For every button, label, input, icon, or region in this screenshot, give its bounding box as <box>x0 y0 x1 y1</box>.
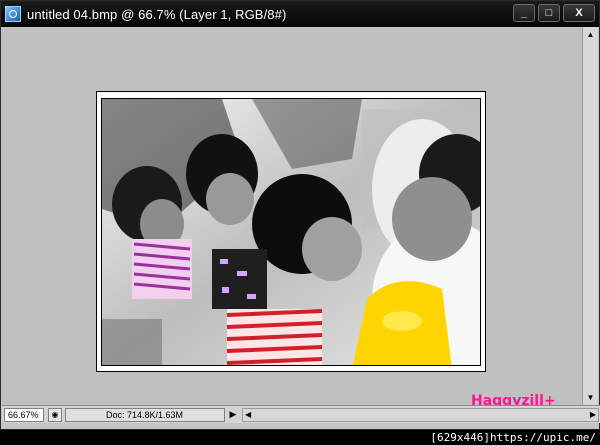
status-bar: 66.67% ◉ Doc: 714.8K/1.63M ▶ ◀ ▶ <box>2 405 600 423</box>
vertical-scrollbar[interactable]: ▲ ▼ <box>582 27 598 405</box>
scroll-down-icon[interactable]: ▼ <box>583 390 598 405</box>
footer-bar: [629x446]https://upic.me/ <box>0 430 600 445</box>
close-button[interactable]: X <box>563 4 595 22</box>
scroll-left-icon[interactable]: ◀ <box>245 410 251 419</box>
status-options-icon[interactable]: ◉ <box>48 407 62 422</box>
watermark-text: Haqqyzill+ <box>471 393 556 405</box>
doc-size-info: Doc: 714.8K/1.63M <box>65 407 225 422</box>
image-canvas[interactable] <box>96 91 486 372</box>
minimize-button[interactable]: _ <box>513 4 535 22</box>
canvas-area[interactable]: Haqqyzill+ <box>2 27 582 405</box>
window-controls: _ □ X <box>513 4 595 22</box>
window-title: untitled 04.bmp @ 66.7% (Layer 1, RGB/8#… <box>27 6 287 22</box>
right-arrow-icon[interactable]: ▶ <box>226 408 240 422</box>
scroll-right-icon[interactable]: ▶ <box>590 410 596 419</box>
footer-text: [629x446]https://upic.me/ <box>430 431 596 444</box>
horizontal-scrollbar[interactable]: ◀ ▶ <box>242 407 599 422</box>
document-window: untitled 04.bmp @ 66.7% (Layer 1, RGB/8#… <box>0 0 600 430</box>
document-icon[interactable] <box>5 6 21 22</box>
scroll-up-icon[interactable]: ▲ <box>583 27 598 42</box>
title-bar[interactable]: untitled 04.bmp @ 66.7% (Layer 1, RGB/8#… <box>1 1 599 27</box>
zoom-field[interactable]: 66.67% <box>4 407 44 422</box>
photo-image <box>102 99 480 365</box>
photo <box>101 98 481 366</box>
maximize-button[interactable]: □ <box>538 4 560 22</box>
